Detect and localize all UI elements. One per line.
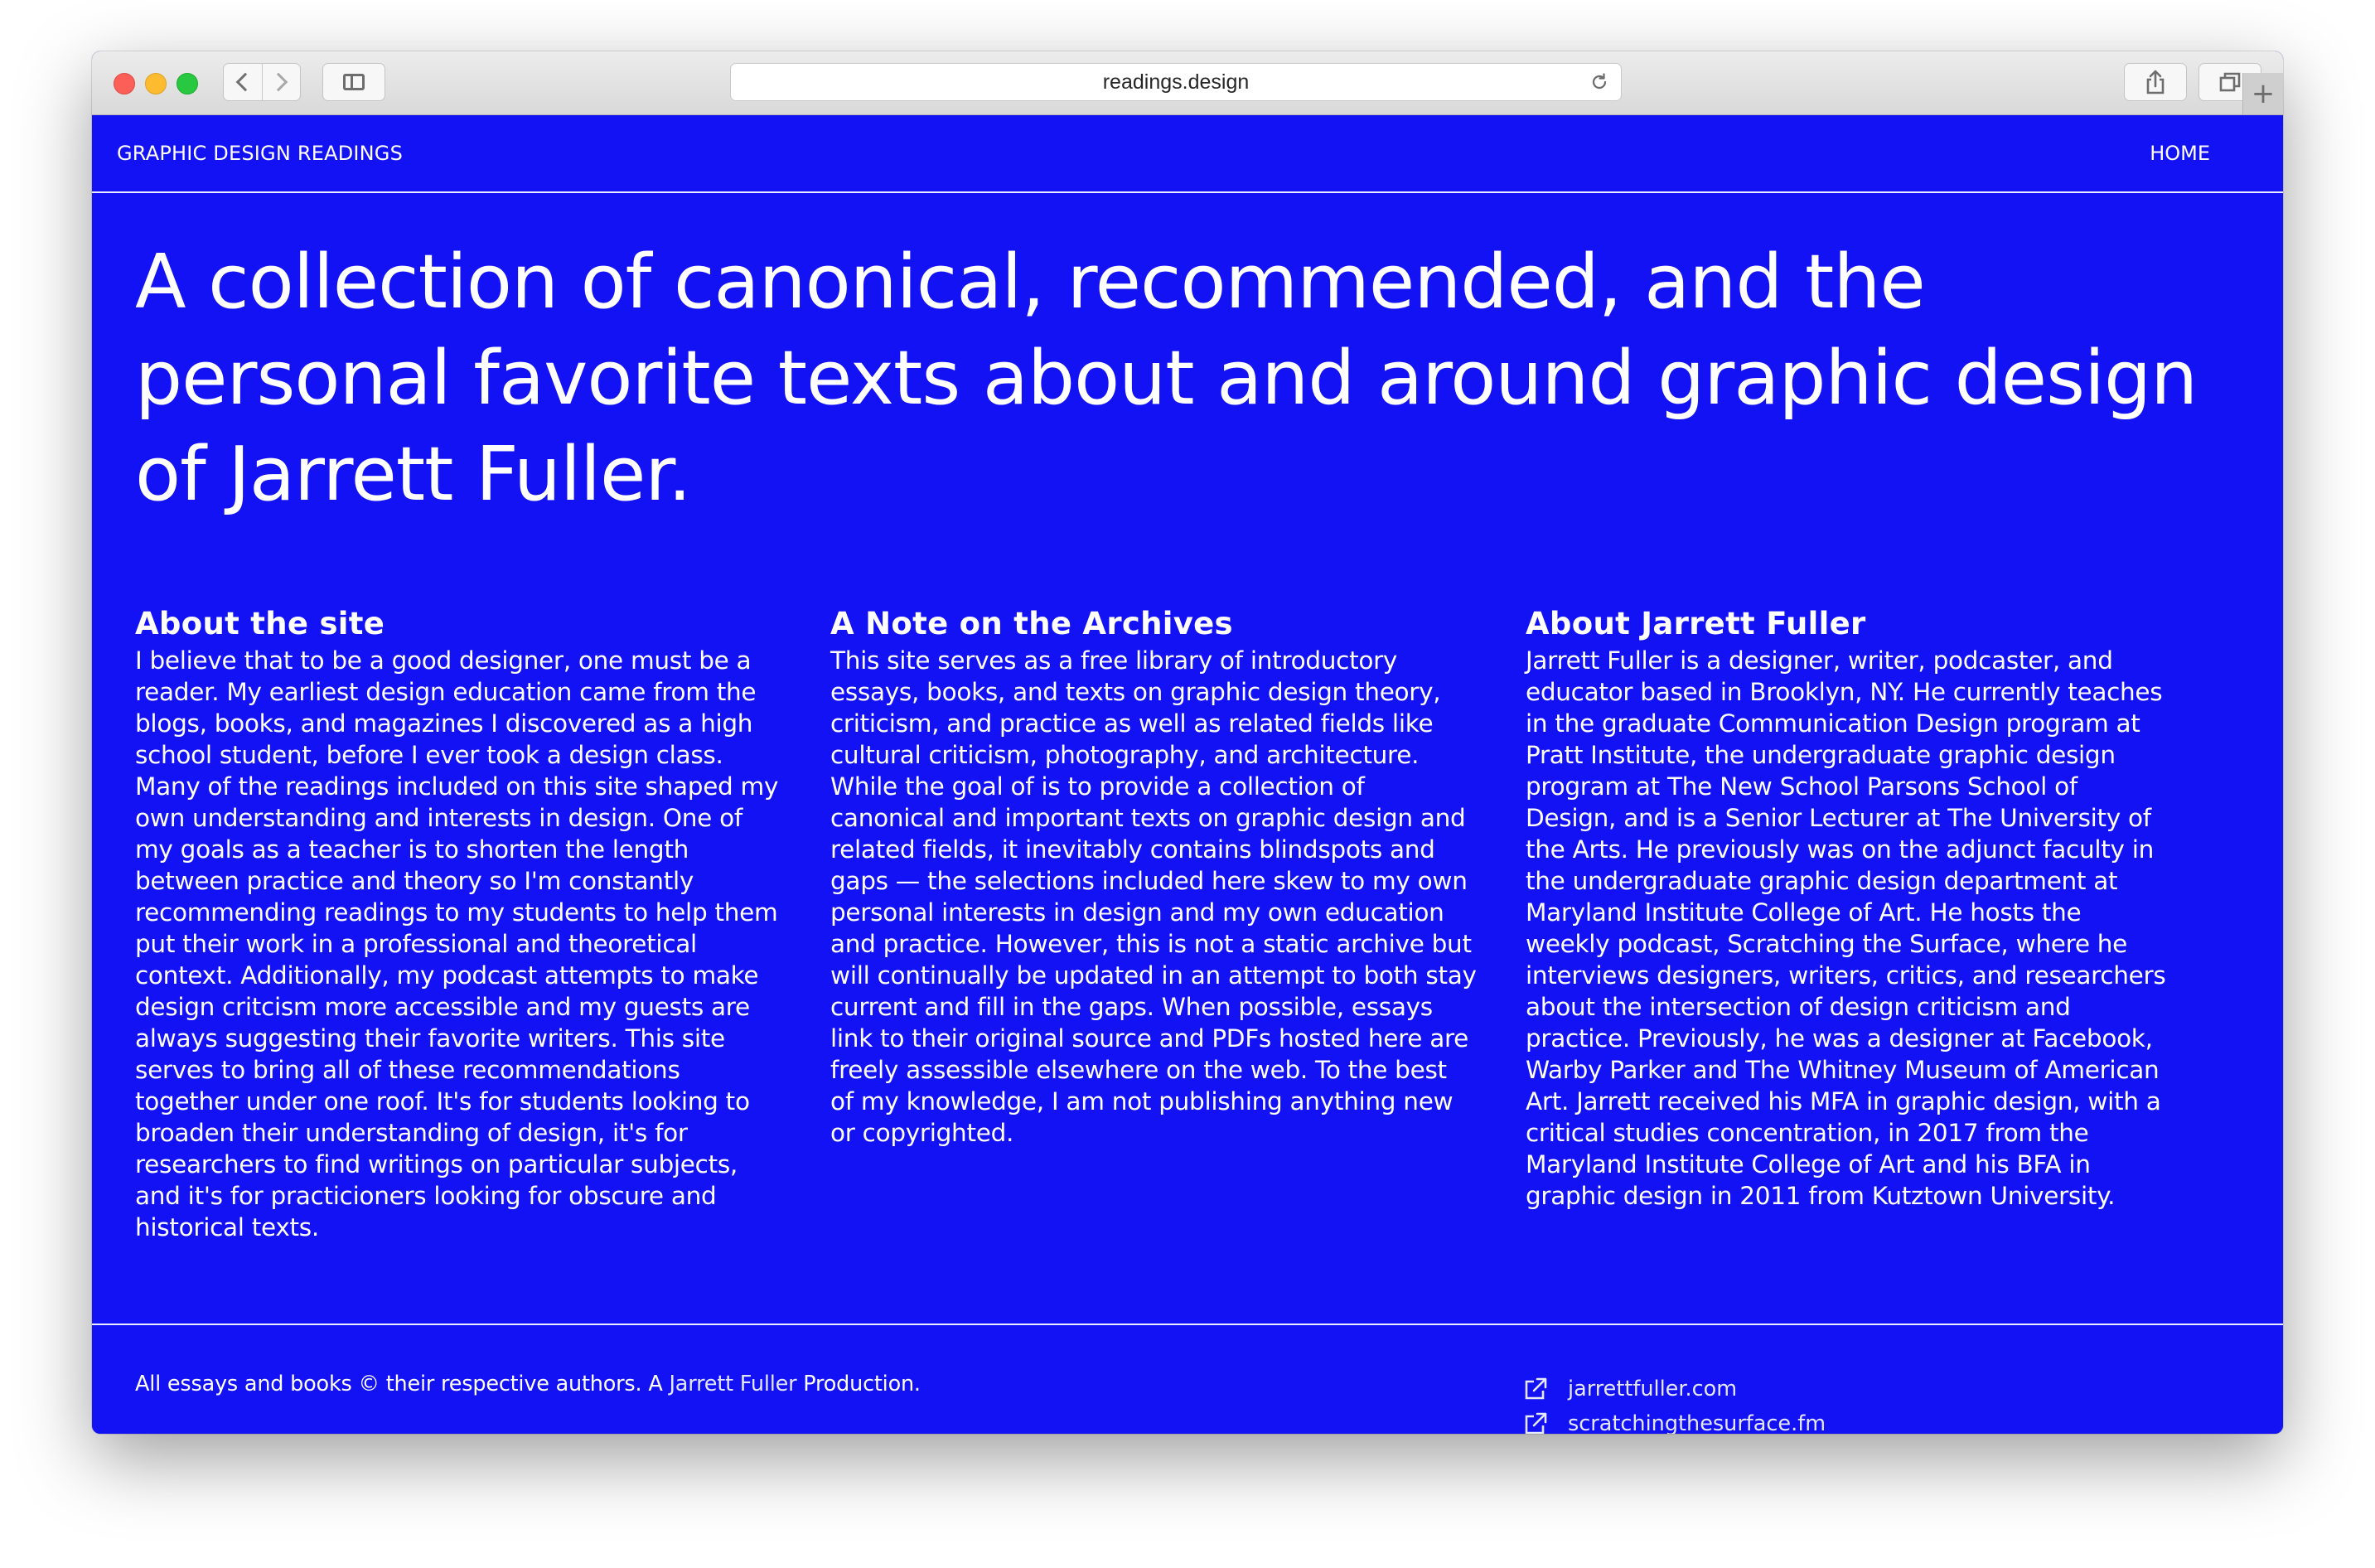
about-site-section: About the site I believe that to be a go…	[135, 603, 781, 1243]
link-label: scratchingthesurface.fm	[1568, 1411, 1826, 1434]
site-brand-link[interactable]: GRAPHIC DESIGN READINGS	[117, 142, 403, 165]
history-nav-group	[223, 63, 301, 101]
credit-suffix: Production.	[796, 1372, 921, 1396]
jarrettfuller-link[interactable]: jarrettfuller.com	[1523, 1372, 1826, 1406]
browser-toolbar: readings.design +	[92, 51, 2283, 115]
chevron-left-icon	[235, 72, 255, 92]
author-link[interactable]: Jarrett Fuller	[669, 1372, 796, 1396]
chevron-right-icon	[268, 72, 288, 92]
external-link-icon	[1525, 1377, 1547, 1400]
reload-icon[interactable]	[1589, 72, 1609, 92]
web-page: GRAPHIC DESIGN READINGS HOME A collectio…	[92, 115, 2283, 1434]
home-link[interactable]: HOME	[2150, 142, 2210, 165]
section-body: I believe that to be a good designer, on…	[135, 646, 779, 1241]
section-body: This site serves as a free library of in…	[830, 646, 1477, 1147]
section-body: Jarrett Fuller is a designer, writer, po…	[1526, 646, 2166, 1210]
external-links: jarrettfuller.com scratchingthesurface.f…	[1523, 1372, 1826, 1434]
footer-credit: All essays and books © their respective …	[135, 1372, 921, 1396]
credit-prefix: All essays and books © their respective …	[135, 1372, 670, 1396]
site-footer: All essays and books © their respective …	[92, 1324, 2283, 1434]
hero-heading: A collection of canonical, recommended, …	[135, 239, 2198, 518]
section-title: About Jarrett Fuller	[1526, 606, 1866, 641]
close-window-button[interactable]	[114, 73, 135, 94]
minimize-window-button[interactable]	[145, 73, 167, 94]
sidebar-toggle-button[interactable]	[322, 63, 385, 101]
back-button[interactable]	[224, 64, 263, 100]
about-author-section: About Jarrett Fuller Jarrett Fuller is a…	[1526, 603, 2172, 1212]
scratchingthesurface-link[interactable]: scratchingthesurface.fm	[1523, 1406, 1826, 1434]
section-title: About the site	[135, 606, 385, 641]
archives-note-section: A Note on the Archives This site serves …	[830, 603, 1477, 1149]
plus-icon: +	[2251, 77, 2276, 110]
share-icon	[2146, 70, 2165, 94]
share-button[interactable]	[2124, 63, 2187, 101]
forward-button[interactable]	[262, 64, 300, 100]
site-header: GRAPHIC DESIGN READINGS HOME	[92, 115, 2283, 193]
zoom-window-button[interactable]	[177, 73, 198, 94]
sidebar-icon	[343, 74, 365, 90]
section-title: A Note on the Archives	[830, 606, 1233, 641]
new-tab-button[interactable]: +	[2242, 73, 2283, 114]
link-label: jarrettfuller.com	[1568, 1377, 1738, 1401]
external-link-icon	[1525, 1412, 1547, 1434]
browser-window: readings.design + GRAPHIC DESIGN READING…	[92, 51, 2283, 1434]
url-text: readings.design	[1102, 70, 1250, 94]
tabs-overview-icon	[2219, 72, 2241, 92]
address-bar[interactable]: readings.design	[730, 63, 1622, 101]
